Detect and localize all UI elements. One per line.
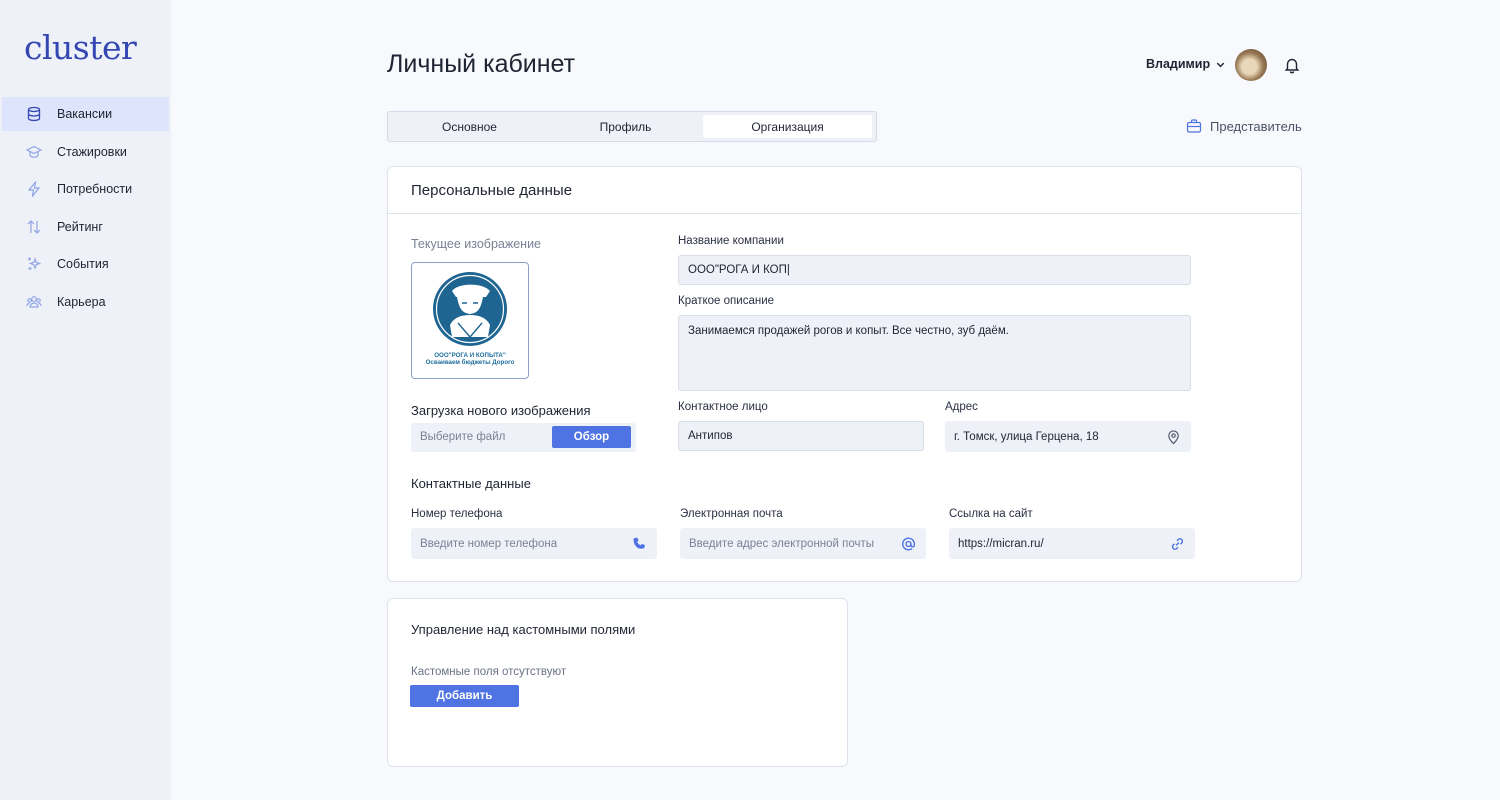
tab-organization[interactable]: Организация [703, 115, 872, 138]
custom-fields-card: Управление над кастомными полями Кастомн… [387, 598, 848, 767]
phone-label: Номер телефона [411, 508, 503, 520]
sparkles-icon [26, 256, 42, 272]
upload-label: Загрузка нового изображения [411, 403, 591, 418]
lightning-icon [26, 181, 42, 198]
company-name-input[interactable] [688, 264, 1190, 276]
sidebar-item-label: Рейтинг [57, 219, 103, 234]
user-name: Владимир [1146, 57, 1211, 71]
description-value: Занимаемся продажей рогов и копыт. Все ч… [688, 325, 1009, 337]
file-placeholder: Выберите файл [420, 431, 506, 443]
contact-person-field[interactable] [678, 421, 924, 451]
site-input[interactable] [958, 537, 1195, 550]
site-label: Ссылка на сайт [949, 508, 1033, 520]
browse-button[interactable]: Обзор [552, 426, 631, 448]
sidebar-item-label: События [57, 257, 109, 272]
sidebar-item-rating[interactable]: Рейтинг [2, 210, 169, 244]
representative-link[interactable]: Представитель [1186, 118, 1302, 134]
contact-person-input[interactable] [688, 430, 923, 442]
logo-caption-2: Осваиваем бюджеты Дорого [425, 359, 515, 366]
personal-data-title: Персональные данные [388, 167, 1301, 214]
sidebar-item-label: Вакансии [57, 107, 113, 121]
current-image-label: Текущее изображение [411, 237, 542, 251]
custom-fields-title: Управление над кастомными полями [411, 622, 636, 637]
graduation-cap-icon [26, 144, 42, 160]
sidebar-item-career[interactable]: Карьера [2, 285, 169, 319]
sidebar-item-needs[interactable]: Потребности [2, 172, 169, 206]
sidebar-item-events[interactable]: События [2, 247, 169, 281]
company-logo-image: ООО"РОГА И КОПЫТА" Осваиваем бюджеты Дор… [411, 262, 529, 379]
representative-label: Представитель [1210, 118, 1302, 134]
address-input[interactable] [954, 430, 1191, 443]
file-upload[interactable]: Выберите файл Обзор [411, 423, 636, 452]
company-name-label: Название компании [678, 235, 784, 247]
description-label: Краткое описание [678, 295, 775, 307]
contacts-title: Контактные данные [411, 476, 531, 491]
email-label: Электронная почта [680, 508, 783, 520]
email-field[interactable] [680, 528, 926, 559]
people-icon [26, 294, 42, 310]
site-field[interactable] [949, 528, 1195, 559]
bell-icon[interactable] [1283, 56, 1301, 74]
chevron-down-icon [1216, 62, 1225, 67]
custom-fields-empty: Кастомные поля отсутствуют [411, 666, 567, 678]
link-icon [1171, 537, 1184, 550]
sidebar-item-label: Стажировки [57, 144, 127, 159]
page-title: Личный кабинет [387, 50, 576, 78]
sidebar-item-label: Потребности [57, 182, 133, 197]
phone-field[interactable] [411, 528, 657, 559]
tab-bar: Основное Профиль Организация [387, 111, 877, 142]
database-icon [26, 106, 42, 122]
email-input[interactable] [689, 537, 926, 550]
briefcase-icon [1186, 119, 1202, 133]
avatar[interactable] [1235, 49, 1267, 81]
sort-arrows-icon [26, 219, 42, 235]
sidebar-item-internships[interactable]: Стажировки [2, 135, 169, 169]
user-menu[interactable]: Владимир [1146, 57, 1226, 71]
logo-caption-1: ООО"РОГА И КОПЫТА" [434, 352, 506, 359]
tab-main[interactable]: Основное [391, 115, 548, 138]
address-label: Адрес [945, 401, 978, 413]
logo[interactable]: cluster [24, 28, 137, 67]
company-name-field[interactable] [678, 255, 1191, 285]
company-logo-icon [433, 272, 507, 346]
description-field[interactable]: Занимаемся продажей рогов и копыт. Все ч… [678, 315, 1191, 391]
address-field[interactable] [945, 421, 1191, 452]
location-pin-icon [1168, 429, 1179, 444]
sidebar: cluster Вакансии Стажировки Потребности … [0, 0, 171, 800]
personal-data-card: Персональные данные Текущее изображение … [387, 166, 1302, 582]
sidebar-item-vacancies[interactable]: Вакансии [2, 97, 169, 131]
phone-input[interactable] [420, 537, 657, 550]
phone-icon [633, 537, 645, 549]
add-button[interactable]: Добавить [410, 685, 519, 707]
at-sign-icon [902, 537, 916, 551]
tab-profile[interactable]: Профиль [548, 115, 703, 138]
contact-person-label: Контактное лицо [678, 401, 768, 413]
sidebar-item-label: Карьера [57, 294, 106, 309]
sidebar-nav: Вакансии Стажировки Потребности Рейтинг … [2, 97, 169, 323]
